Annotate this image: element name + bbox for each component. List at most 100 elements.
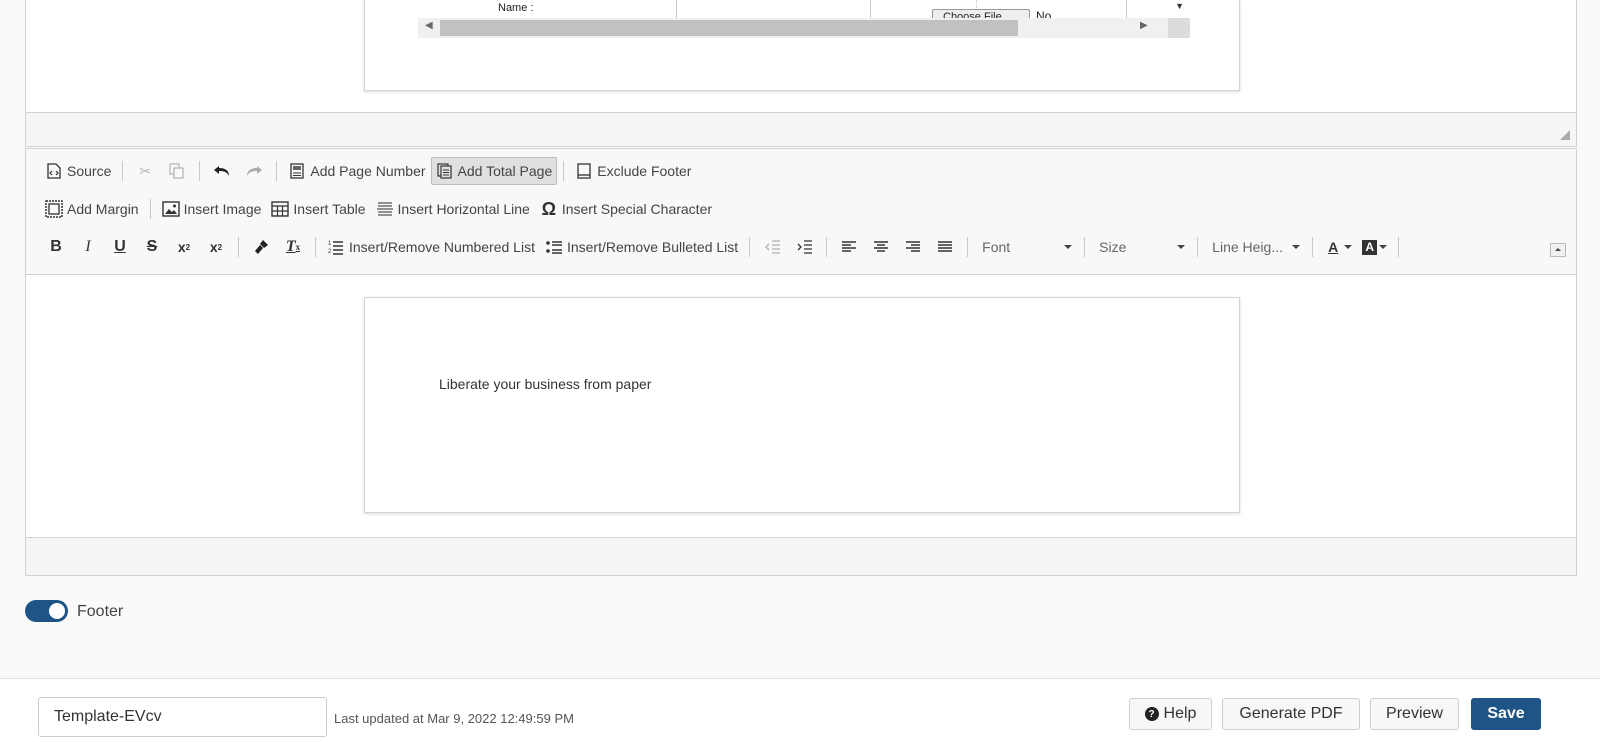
copy-formatting-button[interactable]: [245, 233, 277, 261]
underline-button[interactable]: U: [104, 233, 136, 261]
align-center-button[interactable]: [865, 233, 897, 261]
template-name-input[interactable]: [38, 697, 327, 737]
align-center-icon: [872, 238, 890, 256]
footer-toggle[interactable]: [25, 600, 68, 622]
table-icon: [271, 200, 290, 218]
toolbar-separator: [238, 237, 239, 257]
font-combo[interactable]: Font: [974, 233, 1078, 261]
undo-button[interactable]: [206, 157, 238, 185]
background-color-icon: A: [1362, 239, 1378, 255]
svg-text:2: 2: [328, 249, 332, 255]
footer-editor-content[interactable]: Liberate your business from paper: [26, 275, 1576, 537]
exclude-footer-button[interactable]: Exclude Footer: [570, 157, 696, 185]
bulleted-list-label: Insert/Remove Bulleted List: [566, 239, 739, 255]
scroll-right-icon[interactable]: ▶: [1140, 20, 1148, 31]
horizontal-scrollbar[interactable]: ◀ ▶: [418, 18, 1190, 38]
redo-icon: [245, 162, 263, 180]
font-combo-label: Font: [982, 239, 1011, 255]
add-total-page-button[interactable]: Add Total Page: [430, 157, 558, 185]
increase-indent-button[interactable]: [788, 233, 820, 261]
add-page-number-button[interactable]: Add Page Number: [283, 157, 430, 185]
table-column-divider: [1126, 0, 1127, 20]
editor-toolbar: Source ✂ Add Page Number Add Total Page …: [26, 149, 1576, 275]
footer-text[interactable]: Liberate your business from paper: [439, 376, 651, 392]
svg-text:1: 1: [328, 241, 332, 247]
paintbrush-icon: [252, 238, 270, 256]
bulleted-list-button[interactable]: Insert/Remove Bulleted List: [540, 233, 743, 261]
size-combo[interactable]: Size: [1091, 233, 1191, 261]
line-height-combo[interactable]: Line Heig...: [1204, 233, 1306, 261]
text-color-button[interactable]: A: [1319, 233, 1357, 261]
add-total-page-label: Add Total Page: [457, 163, 553, 179]
scissors-icon: ✂: [139, 162, 152, 179]
toolbar-separator: [315, 237, 316, 257]
exclude-footer-label: Exclude Footer: [597, 163, 692, 179]
help-button[interactable]: ? Help: [1129, 698, 1212, 730]
resize-grip-icon[interactable]: [1560, 130, 1570, 140]
strikethrough-icon: S: [146, 238, 158, 255]
strikethrough-button[interactable]: S: [136, 233, 168, 261]
insert-image-button[interactable]: Insert Image: [157, 195, 267, 223]
decrease-indent-button[interactable]: [756, 233, 788, 261]
copy-button[interactable]: [161, 157, 193, 185]
align-right-button[interactable]: [897, 233, 929, 261]
footer-editor-status-bar: [26, 537, 1576, 575]
table-column-divider: [870, 0, 871, 20]
name-label: Name :: [498, 2, 534, 14]
add-margin-label: Add Margin: [67, 201, 139, 217]
justify-button[interactable]: [929, 233, 961, 261]
subscript-icon: x2: [177, 239, 191, 255]
help-label: Help: [1163, 705, 1197, 722]
toggle-knob: [49, 603, 65, 619]
remove-format-button[interactable]: Tx: [277, 233, 309, 261]
add-margin-button[interactable]: Add Margin: [40, 195, 144, 223]
insert-special-character-label: Insert Special Character: [561, 201, 713, 217]
justify-icon: [936, 238, 954, 256]
superscript-button[interactable]: x2: [200, 233, 232, 261]
footer-page[interactable]: Liberate your business from paper: [364, 297, 1240, 513]
toolbar-separator: [1084, 237, 1086, 257]
chevron-down-icon: [1177, 245, 1186, 249]
redo-button[interactable]: [238, 157, 270, 185]
background-color-button[interactable]: A: [1357, 233, 1392, 261]
indent-icon: [795, 238, 813, 256]
superscript-icon: x2: [209, 239, 223, 255]
source-icon: [45, 162, 63, 180]
footer-editor: Source ✂ Add Page Number Add Total Page …: [25, 148, 1577, 576]
align-left-button[interactable]: [833, 233, 865, 261]
insert-horizontal-line-button[interactable]: Insert Horizontal Line: [371, 195, 535, 223]
text-color-icon: A: [1328, 239, 1339, 255]
add-page-number-label: Add Page Number: [310, 163, 426, 179]
action-bar: Last updated at Mar 9, 2022 12:49:59 PM …: [0, 678, 1600, 742]
dropdown-arrow-icon[interactable]: ▼: [1175, 1, 1184, 11]
save-button[interactable]: Save: [1471, 698, 1541, 730]
toolbar-separator: [1197, 237, 1199, 257]
subscript-button[interactable]: x2: [168, 233, 200, 261]
scrollbar-thumb[interactable]: [440, 20, 1018, 36]
insert-table-button[interactable]: Insert Table: [266, 195, 370, 223]
toolbar-separator: [749, 237, 751, 257]
body-editor-content[interactable]: Name : Choose File No ▼ ◀ ▶: [26, 0, 1576, 114]
scroll-left-icon[interactable]: ◀: [425, 20, 433, 31]
italic-button[interactable]: I: [72, 233, 104, 261]
toolbar-separator: [1398, 237, 1400, 257]
insert-special-character-button[interactable]: Ω Insert Special Character: [535, 195, 717, 223]
collapse-toolbar-button[interactable]: [1550, 243, 1566, 257]
insert-image-label: Insert Image: [183, 201, 262, 217]
bold-icon: B: [50, 238, 62, 255]
underline-icon: U: [114, 238, 126, 255]
margin-icon: [45, 200, 63, 218]
body-page[interactable]: Name : Choose File No ▼ ◀ ▶: [364, 0, 1240, 91]
bold-button[interactable]: B: [40, 233, 72, 261]
generate-pdf-button[interactable]: Generate PDF: [1222, 698, 1360, 730]
cut-button[interactable]: ✂: [129, 157, 161, 185]
bulleted-list-icon: [545, 238, 563, 256]
toolbar-separator: [199, 161, 201, 181]
align-right-icon: [904, 238, 922, 256]
toolbar-separator: [1312, 237, 1314, 257]
source-button[interactable]: Source: [40, 157, 116, 185]
body-editor: Name : Choose File No ▼ ◀ ▶: [25, 0, 1577, 147]
save-label: Save: [1487, 705, 1525, 722]
preview-button[interactable]: Preview: [1370, 698, 1459, 730]
numbered-list-button[interactable]: 12 Insert/Remove Numbered List: [322, 233, 540, 261]
